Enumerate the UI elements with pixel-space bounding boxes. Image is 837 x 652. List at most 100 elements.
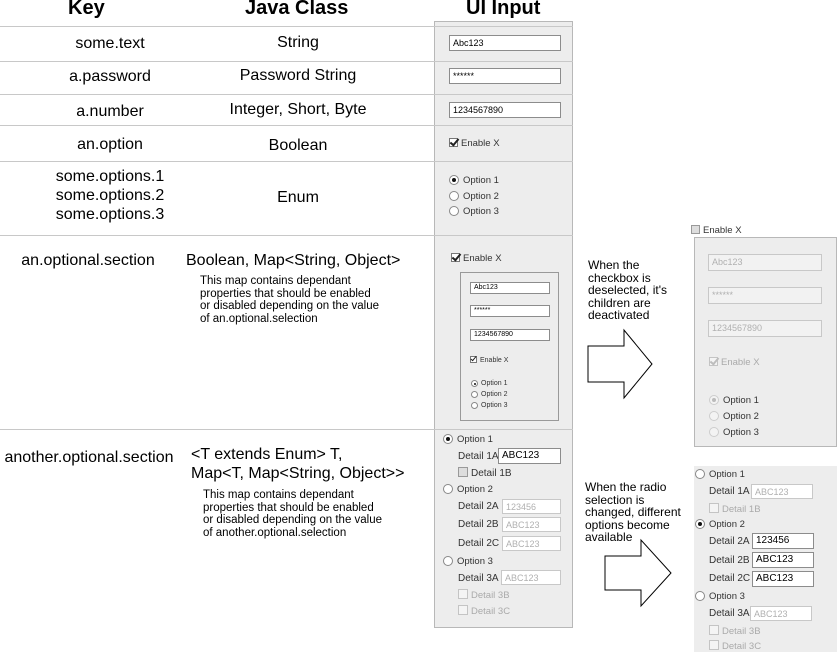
changed-detail-2c-label: Detail 2C <box>709 573 751 584</box>
checkbox-unchecked-icon <box>709 640 719 650</box>
optional-radio-2[interactable]: Option 2 <box>471 390 507 400</box>
row-divider <box>0 429 573 430</box>
explanation-line: When the <box>588 258 640 272</box>
checkbox-checked-icon <box>451 253 460 262</box>
radio-option-1[interactable]: Option 1 <box>449 175 499 186</box>
changed-detail-3c-checkbox[interactable]: Detail 3C <box>709 640 761 652</box>
radio-icon <box>443 556 453 566</box>
detail-3b-checkbox[interactable]: Detail 3B <box>458 589 510 601</box>
radio-label: Option 1 <box>457 434 493 445</box>
detail-2b-field[interactable]: ABC123 <box>502 517 561 532</box>
explanation-line: deactivated <box>588 308 650 322</box>
radio-icon <box>471 402 478 409</box>
deselected-inner-checkbox[interactable]: Enable X <box>709 357 760 368</box>
deselected-radio-2[interactable]: Option 2 <box>709 411 759 422</box>
detail-2a-field[interactable]: 123456 <box>502 499 561 514</box>
radio-selected-icon <box>709 395 719 405</box>
checkbox-label: Enable X <box>461 138 500 149</box>
detail-1b-checkbox[interactable]: Detail 1B <box>458 467 512 479</box>
radio-label: Option 3 <box>463 206 499 217</box>
number-field[interactable]: 1234567890 <box>449 102 561 118</box>
key-options-3: some.options.3 <box>55 206 165 223</box>
checkbox-explanation: When the checkbox is deselected, it's ch… <box>588 259 667 322</box>
checkbox-label: Detail 3C <box>471 606 511 617</box>
optional-number-field[interactable]: 1234567890 <box>470 329 550 341</box>
arrow-right-icon <box>587 328 653 400</box>
note-line: of another.optional.selection <box>203 526 347 539</box>
radio-label: Option 2 <box>723 411 759 422</box>
key-optional-section: an.optional.section <box>21 252 155 269</box>
checkbox-unchecked-icon <box>709 625 719 635</box>
checkbox-label: Detail 3B <box>471 590 510 601</box>
deselected-text-field[interactable]: Abc123 <box>708 254 822 271</box>
another-radio-option-1[interactable]: Option 1 <box>443 434 493 445</box>
header-java-class: Java Class <box>245 0 349 19</box>
radio-label: Option 3 <box>723 427 759 438</box>
enable-x-checkbox[interactable]: Enable X <box>449 138 500 149</box>
key-options-1: some.options.1 <box>55 168 165 185</box>
key-options-2: some.options.2 <box>55 187 165 204</box>
detail-3c-checkbox[interactable]: Detail 3C <box>458 605 510 617</box>
changed-detail-2a-field[interactable]: 123456 <box>752 533 814 549</box>
optional-radio-1[interactable]: Option 1 <box>471 379 507 389</box>
detail-2c-field[interactable]: ABC123 <box>502 536 561 551</box>
text-field[interactable]: Abc123 <box>449 35 561 51</box>
deselected-number-field[interactable]: 1234567890 <box>708 320 822 337</box>
password-field[interactable]: ****** <box>449 68 561 84</box>
deselected-radio-1[interactable]: Option 1 <box>709 395 759 406</box>
detail-2a-label: Detail 2A <box>458 501 499 512</box>
optional-enable-checkbox[interactable]: Enable X <box>451 253 502 264</box>
note-line: This map contains dependant <box>203 489 354 501</box>
deselected-radio-3[interactable]: Option 3 <box>709 427 759 438</box>
radio-option-2[interactable]: Option 2 <box>449 191 499 202</box>
optional-inner-checkbox[interactable]: Enable X <box>470 355 508 366</box>
class-enum-map-1: <T extends Enum> T, <box>191 446 343 463</box>
checkbox-checked-icon <box>709 357 718 366</box>
radio-option-3[interactable]: Option 3 <box>449 206 499 217</box>
changed-detail-1b-checkbox[interactable]: Detail 1B <box>709 503 761 515</box>
header-key: Key <box>68 0 105 19</box>
checkbox-unchecked-icon <box>458 467 468 477</box>
row-divider <box>0 26 573 27</box>
changed-radio-option-3[interactable]: Option 3 <box>695 591 745 602</box>
explanation-line: changed, different <box>585 505 681 519</box>
optional-text-field[interactable]: Abc123 <box>470 282 550 294</box>
another-radio-option-2[interactable]: Option 2 <box>443 484 493 495</box>
changed-detail-2b-field[interactable]: ABC123 <box>752 552 814 568</box>
changed-radio-option-1[interactable]: Option 1 <box>695 469 745 480</box>
row-divider <box>0 61 573 62</box>
changed-detail-3a-field[interactable]: ABC123 <box>750 606 812 621</box>
class-boolean: Boolean <box>268 137 328 154</box>
deselected-password-field[interactable]: ****** <box>708 287 822 304</box>
radio-label: Option 1 <box>709 469 745 480</box>
checkbox-label: Detail 1B <box>471 468 512 479</box>
detail-3a-field[interactable]: ABC123 <box>501 570 561 585</box>
arrow-right-icon <box>604 538 672 608</box>
changed-detail-3b-checkbox[interactable]: Detail 3B <box>709 625 761 637</box>
key-password: a.password <box>69 68 151 85</box>
key-option: an.option <box>77 136 143 153</box>
checkbox-label: Enable X <box>721 357 760 368</box>
radio-icon <box>471 391 478 398</box>
changed-detail-1a-field[interactable]: ABC123 <box>751 484 813 499</box>
radio-label: Option 1 <box>481 380 508 387</box>
optional-note: This map contains dependant properties t… <box>200 275 379 325</box>
radio-selected-icon <box>695 519 705 529</box>
radio-icon <box>449 191 459 201</box>
optional-radio-3[interactable]: Option 3 <box>471 401 507 411</box>
class-integer: Integer, Short, Byte <box>229 101 367 118</box>
note-line: properties that should be enabled <box>203 501 374 514</box>
detail-1a-field[interactable]: ABC123 <box>498 448 561 464</box>
another-radio-option-3[interactable]: Option 3 <box>443 556 493 567</box>
radio-label: Option 2 <box>481 391 508 398</box>
radio-icon <box>695 591 705 601</box>
checkbox-unchecked-icon <box>691 225 700 234</box>
optional-password-field[interactable]: ****** <box>470 305 550 317</box>
radio-label: Option 2 <box>709 519 745 530</box>
changed-radio-option-2[interactable]: Option 2 <box>695 519 745 530</box>
deselected-enable-checkbox[interactable]: Enable X <box>691 225 742 236</box>
class-password-string: Password String <box>239 67 357 84</box>
changed-detail-2c-field[interactable]: ABC123 <box>752 571 814 587</box>
changed-detail-2a-label: Detail 2A <box>709 536 750 547</box>
detail-2b-label: Detail 2B <box>458 519 499 530</box>
